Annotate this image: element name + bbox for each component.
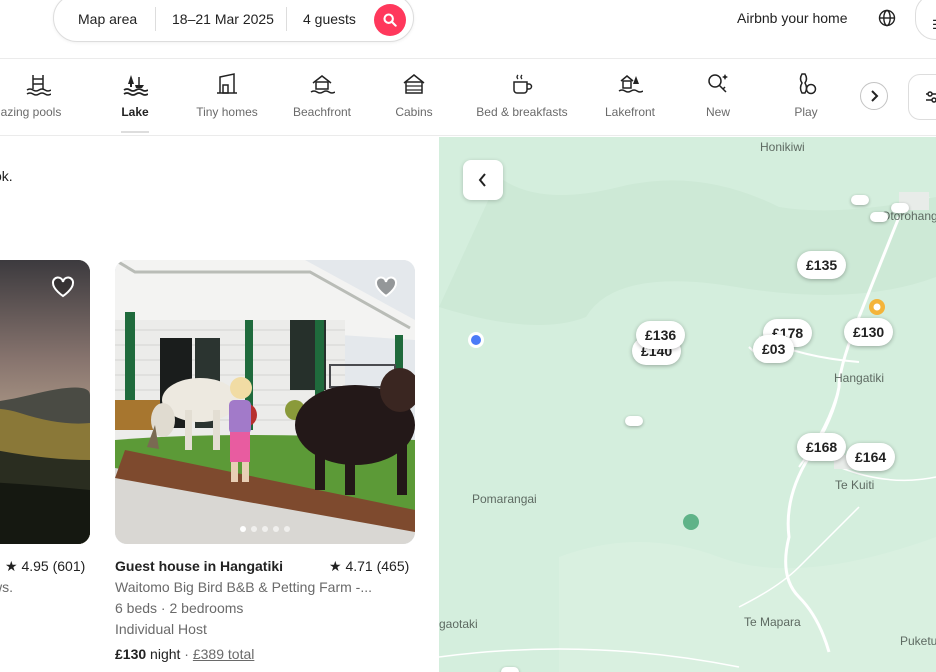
map-background <box>439 137 936 672</box>
map-mini-pin[interactable] <box>870 212 888 222</box>
map-mini-pin[interactable] <box>501 667 519 672</box>
category-new[interactable]: New <box>698 71 738 133</box>
map-place-label: Te Kuiti <box>835 478 875 492</box>
category-lakefront[interactable]: Lakefront <box>596 71 664 133</box>
rating-value: 4.71 (465) <box>345 558 410 574</box>
hamburger-icon: ☰ <box>932 17 936 33</box>
collapse-map-button[interactable] <box>463 160 503 200</box>
map-place-label: Otorohanga <box>881 209 936 223</box>
category-label: New <box>705 105 730 119</box>
filters-button[interactable] <box>908 74 936 120</box>
lakefront-icon <box>618 75 643 93</box>
category-label: Beachfront <box>292 105 352 119</box>
category-label: Lake <box>121 105 149 119</box>
listing-rating: ★ 4.95 (601) <box>5 558 86 574</box>
listings-notice: ok. <box>0 168 13 184</box>
listing-title: Guest house in Hangatiki <box>115 558 284 574</box>
category-bed-and-breakfasts[interactable]: Bed & breakfasts <box>470 71 574 133</box>
category-bar: Amazing pools Lake Tiny homes Beachfront… <box>0 59 936 136</box>
category-label: Tiny homes <box>196 105 258 119</box>
map-price-pin[interactable]: £136 <box>636 321 686 349</box>
search-bar[interactable]: Map area 18–21 Mar 2025 4 guests <box>53 0 414 42</box>
airbnb-your-home-link[interactable]: Airbnb your home <box>737 10 848 26</box>
chevron-right-icon <box>871 90 879 102</box>
category-label: Amazing pools <box>0 105 62 119</box>
price-unit: night <box>150 646 181 662</box>
bowling-icon <box>799 73 817 95</box>
dates-field[interactable]: 18–21 Mar 2025 <box>172 11 274 27</box>
top-bar: Map area 18–21 Mar 2025 4 guests Airbnb … <box>0 0 936 59</box>
beachfront-icon <box>310 75 335 94</box>
map-panel[interactable]: Honikiwi Otorohanga Hangatiki Te Kuiti P… <box>439 137 936 672</box>
map-place-label: Te Mapara <box>744 615 801 629</box>
map-mini-pin[interactable] <box>625 416 643 426</box>
category-cabins[interactable]: Cabins <box>386 71 442 133</box>
category-amazing-pools[interactable]: Amazing pools <box>0 71 86 133</box>
categories-next-button[interactable] <box>860 82 888 110</box>
heart-icon[interactable] <box>50 274 76 300</box>
coffee-cup-icon <box>513 74 533 94</box>
chevron-left-icon <box>478 173 486 187</box>
listing-photo[interactable] <box>0 260 90 544</box>
user-menu-button[interactable]: ☰ <box>915 0 936 40</box>
farm-house-photo <box>115 260 415 544</box>
category-play[interactable]: Play <box>786 71 826 133</box>
category-label: Bed & breakfasts <box>476 105 568 119</box>
search-button[interactable] <box>374 4 406 36</box>
map-place-label: gaotaki <box>439 617 478 631</box>
map-place-label: Pomarangai <box>472 492 537 506</box>
map-price-pin[interactable]: £168 <box>797 433 847 461</box>
lake-icon <box>123 75 148 96</box>
map-place-label: Honikiwi <box>760 140 805 154</box>
map-place-label: Hangatiki <box>834 371 885 385</box>
listing-host: Individual Host <box>115 621 207 637</box>
listing-subtitle: ws. <box>0 579 13 595</box>
guests-field[interactable]: 4 guests <box>303 11 356 27</box>
price-separator: · <box>184 646 189 662</box>
search-icon <box>383 13 397 27</box>
listing-beds: 6 beds · 2 bedrooms <box>115 600 244 616</box>
map-mini-pin[interactable] <box>851 195 869 205</box>
category-beachfront[interactable]: Beachfront <box>286 71 358 133</box>
new-key-icon <box>708 74 728 93</box>
search-divider <box>286 7 287 31</box>
listing-price: £130 night · £389 total <box>115 646 254 662</box>
listing-photo[interactable] <box>115 260 415 544</box>
map-mini-pin[interactable] <box>891 203 909 213</box>
category-label: Cabins <box>395 105 433 119</box>
photo-carousel-dots[interactable] <box>240 526 290 532</box>
map-price-pin[interactable]: £135 <box>797 251 847 279</box>
mountain-photo <box>0 260 90 544</box>
map-price-pin[interactable]: £164 <box>846 443 896 471</box>
globe-icon[interactable] <box>877 8 897 28</box>
listings-panel: ok. ★ 4.95 (601) ws. <box>0 137 439 672</box>
total-price-link[interactable]: £389 total <box>193 646 255 662</box>
category-label: Lakefront <box>604 105 656 119</box>
map-price-pin[interactable]: £130 <box>844 318 894 346</box>
filter-sliders-icon <box>926 91 936 103</box>
search-divider <box>155 7 156 31</box>
map-place-label: Puketu <box>900 634 936 648</box>
location-field[interactable]: Map area <box>78 11 137 27</box>
pool-icon <box>26 75 51 96</box>
category-lake[interactable]: Lake <box>107 71 163 133</box>
listing-subtitle: Waitomo Big Bird B&B & Petting Farm -... <box>115 579 373 595</box>
tiny-home-icon <box>217 73 237 94</box>
rating-value: 4.95 (601) <box>21 558 86 574</box>
listing-rating: ★ 4.71 (465) <box>329 558 410 574</box>
category-label: Play <box>794 105 818 119</box>
cabin-icon <box>403 74 425 94</box>
category-tiny-homes[interactable]: Tiny homes <box>191 71 263 133</box>
nightly-price: £130 <box>115 646 147 662</box>
heart-icon[interactable] <box>373 274 399 300</box>
map-price-pin[interactable]: £03 <box>753 335 795 363</box>
